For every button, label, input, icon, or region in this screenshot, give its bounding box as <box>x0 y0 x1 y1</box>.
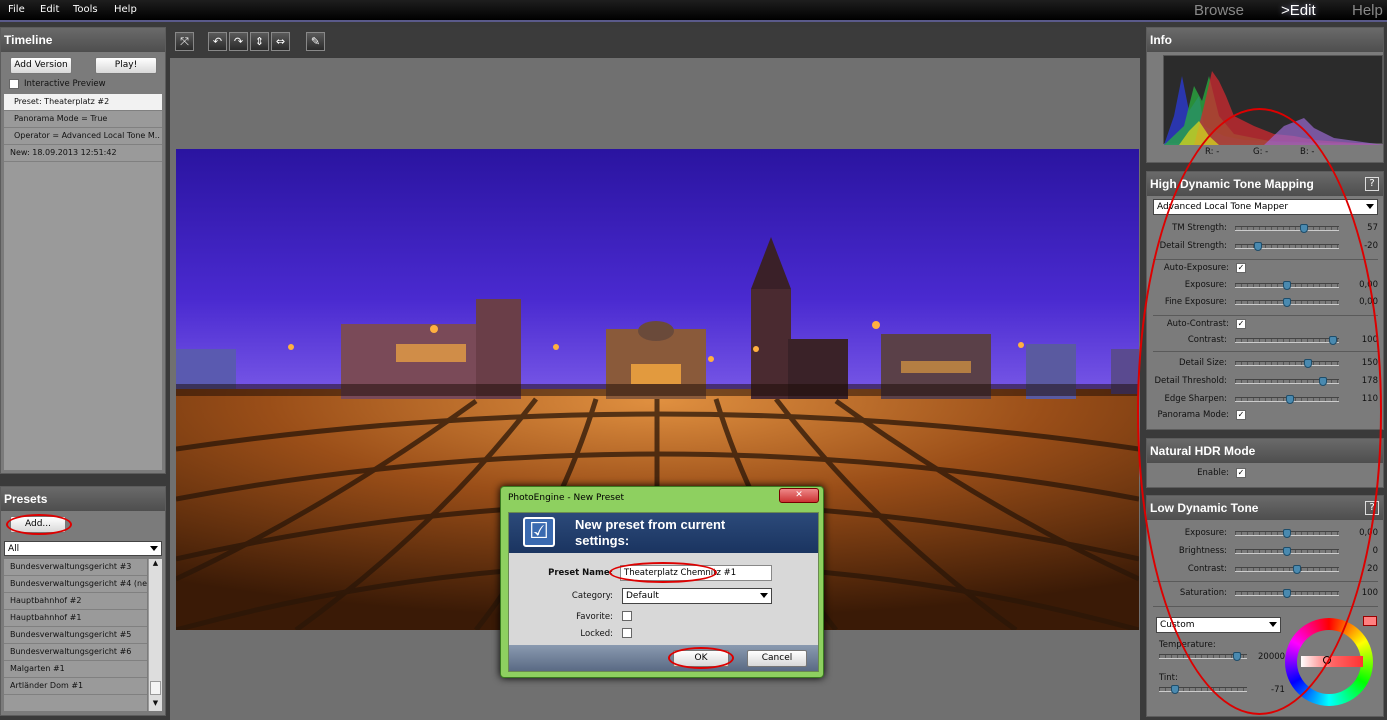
hdr-help-button[interactable]: ? <box>1365 177 1379 191</box>
preset-item[interactable]: Bundesverwaltungsgericht #4 (ne... <box>4 576 147 593</box>
checkbox-logo-icon: ☑ <box>523 517 555 547</box>
preset-filter-value: All <box>8 544 20 554</box>
presets-scrollbar[interactable]: ▲ ▼ <box>148 559 162 711</box>
preset-item[interactable]: Artländer Dom #1 <box>4 678 147 695</box>
chevron-down-icon <box>760 593 768 598</box>
timeline-item[interactable]: Preset: Theaterplatz #2 <box>4 94 162 111</box>
locked-label: Locked: <box>580 629 613 639</box>
preset-item[interactable]: Hauptbahnhof #2 <box>4 593 147 610</box>
presets-title: Presets <box>1 487 165 511</box>
mode-browse[interactable]: Browse <box>1194 2 1244 19</box>
preset-filter-select[interactable]: All <box>4 541 162 556</box>
menu-tools[interactable]: Tools <box>73 4 98 15</box>
play-button[interactable]: Play! <box>95 57 157 74</box>
timeline-title: Timeline <box>1 28 165 52</box>
tint-label: Tint: <box>1159 673 1178 683</box>
menu-file[interactable]: File <box>8 4 25 15</box>
dialog-header: ☑ New preset from current settings: <box>509 513 818 553</box>
new-preset-dialog: PhotoEngine - New Preset ✕ ☑ New preset … <box>500 486 824 678</box>
dialog-heading: New preset from current settings: <box>575 517 726 548</box>
scroll-up-icon[interactable]: ▲ <box>149 559 162 569</box>
timeline-panel: Timeline Add Version Play! Interactive P… <box>0 27 166 474</box>
rotate-right-icon[interactable]: ↷ <box>229 32 248 51</box>
menu-edit[interactable]: Edit <box>40 4 59 15</box>
presets-list: Bundesverwaltungsgericht #3 Bundesverwal… <box>4 559 147 711</box>
timeline-item[interactable]: New: 18.09.2013 12:51:42 <box>4 145 162 162</box>
scroll-thumb[interactable] <box>150 681 161 695</box>
fit-icon[interactable]: ⤧ <box>175 32 194 51</box>
preset-item[interactable]: Bundesverwaltungsgericht #5 <box>4 627 147 644</box>
eyedropper-icon[interactable]: ✎ <box>306 32 325 51</box>
cancel-button[interactable]: Cancel <box>747 650 807 667</box>
annotation-circle <box>668 647 734 669</box>
chevron-down-icon <box>1366 204 1374 209</box>
timeline-list: Preset: Theaterplatz #2 Panorama Mode = … <box>4 94 162 470</box>
flip-horizontal-icon[interactable]: ⇔ <box>271 32 290 51</box>
mode-help[interactable]: Help <box>1352 2 1383 19</box>
annotation-circle <box>6 514 72 535</box>
slider-thumb[interactable] <box>1171 685 1179 694</box>
interactive-preview-label: Interactive Preview <box>24 79 106 89</box>
dialog-title: PhotoEngine - New Preset <box>508 493 625 503</box>
preset-item[interactable]: Bundesverwaltungsgericht #6 <box>4 644 147 661</box>
dialog-body: ☑ New preset from current settings: Pres… <box>508 512 819 672</box>
annotation-circle <box>1137 108 1382 715</box>
interactive-preview-checkbox[interactable] <box>9 79 19 89</box>
add-version-button[interactable]: Add Version <box>10 57 72 74</box>
rotate-left-icon[interactable]: ↶ <box>208 32 227 51</box>
preset-item[interactable]: Hauptbahnhof #1 <box>4 610 147 627</box>
timeline-item[interactable]: Operator = Advanced Local Tone M.. <box>4 128 162 145</box>
menu-bar: File Edit Tools Help Browse >Edit Help <box>0 0 1387 22</box>
preset-item[interactable]: Bundesverwaltungsgericht #3 <box>4 559 147 576</box>
info-title: Info <box>1147 28 1383 52</box>
close-icon[interactable]: ✕ <box>779 488 819 503</box>
annotation-circle <box>609 562 717 583</box>
category-select[interactable]: Default <box>622 588 772 604</box>
favorite-label: Favorite: <box>576 612 613 622</box>
scroll-down-icon[interactable]: ▼ <box>149 699 162 709</box>
category-label: Category: <box>571 591 613 601</box>
flip-vertical-icon[interactable]: ⇕ <box>250 32 269 51</box>
timeline-item[interactable]: Panorama Mode = True <box>4 111 162 128</box>
menu-help[interactable]: Help <box>114 4 137 15</box>
locked-checkbox[interactable] <box>622 628 632 638</box>
preset-name-label: Preset Name: <box>548 568 613 578</box>
preset-item[interactable]: Malgarten #1 <box>4 661 147 678</box>
color-swatch[interactable] <box>1363 616 1377 626</box>
presets-panel: Presets Add... All Bundesverwaltungsgeri… <box>0 486 166 716</box>
favorite-checkbox[interactable] <box>622 611 632 621</box>
mode-edit[interactable]: >Edit <box>1281 2 1316 19</box>
chevron-down-icon <box>150 546 158 551</box>
category-value: Default <box>626 591 659 601</box>
